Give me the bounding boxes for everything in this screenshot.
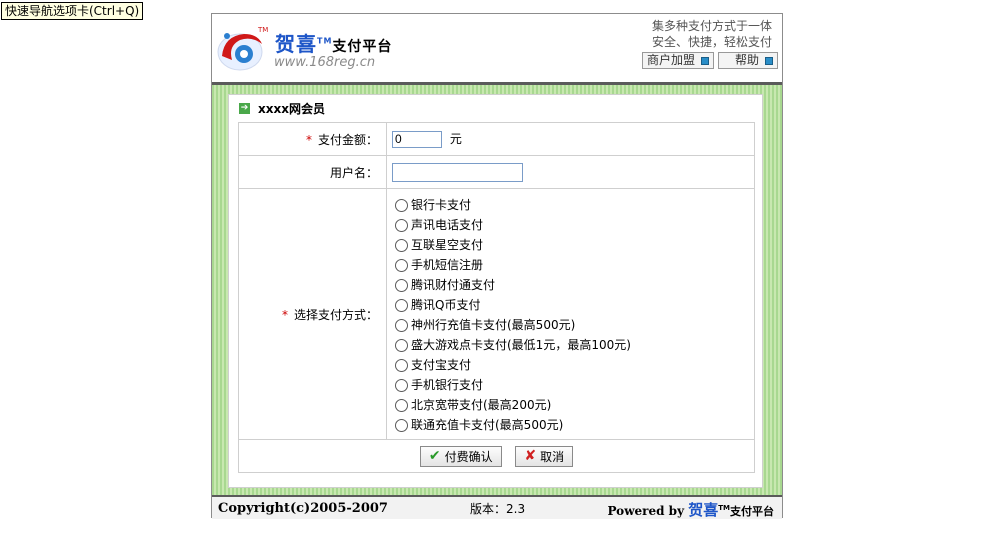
powered-brand: 贺喜 [688,501,719,519]
radio-icon[interactable] [395,378,408,392]
brand-tm: TM [317,36,333,46]
svg-text:TM: TM [257,26,268,34]
radio-icon[interactable] [395,358,408,372]
brand-sub: 支付平台 [332,39,393,55]
payment-method-option[interactable]: 互联星空支付 [395,235,754,255]
actions-cell: ✔ 付费确认 ✘ 取消 [238,439,755,473]
amount-row: * 支付金额： 元 [238,122,755,156]
payment-method-label: 联通充值卡支付(最高500元) [411,418,564,432]
payment-method-label: 神州行充值卡支付(最高500元) [411,318,576,332]
brand-logo-icon: TM [217,26,268,71]
help-label: 帮助 [734,53,759,67]
merchant-join-label: 商户加盟 [646,53,695,67]
amount-label: 支付金额： [317,132,378,147]
amount-unit: 元 [449,132,462,147]
slogan: 集多种支付方式于一体 安全、快捷，轻松支付 [652,18,772,50]
version: 版本：2.3 [470,500,525,517]
payment-method-option[interactable]: 银行卡支付 [395,195,754,215]
payment-method-option[interactable]: 支付宝支付 [395,355,754,375]
payment-method-option[interactable]: 腾讯Q币支付 [395,295,754,315]
powered-rest: 支付平台 [730,505,774,518]
square-icon [765,56,773,65]
version-label: 版本： [470,502,507,516]
confirm-payment-button[interactable]: ✔ 付费确认 [419,445,502,467]
amount-label-cell: * 支付金额： [238,122,387,156]
payment-method-option[interactable]: 手机银行支付 [395,375,754,395]
powered-by-text: Powered by [607,504,685,518]
actions-row: ✔ 付费确认 ✘ 取消 [238,439,755,473]
required-asterisk: * [281,307,288,322]
username-label: 用户名： [329,165,378,180]
payment-form-panel: ➔ xxxx网会员 * 支付金额： 元 用户名： [228,94,763,488]
cancel-label: 取消 [540,449,565,464]
radio-icon[interactable] [395,238,408,252]
payment-method-label: 银行卡支付 [411,198,472,212]
payment-method-label: 北京宽带支付(最高200元) [411,398,552,412]
radio-icon[interactable] [395,338,408,352]
check-icon: ✔ [428,448,441,464]
slogan-line-1: 集多种支付方式于一体 [651,19,772,33]
amount-input[interactable] [392,130,442,148]
merchant-join-button[interactable]: 商户加盟 [641,52,714,69]
payment-form-table: * 支付金额： 元 用户名： [238,122,755,473]
payment-method-label: 互联星空支付 [411,238,484,252]
payment-window: TM 贺喜TM支付平台 www.168reg.cn 集多种支付方式于一体 安全、… [211,13,783,519]
green-background: ➔ xxxx网会员 * 支付金额： 元 用户名： [212,85,782,495]
payment-method-list: 银行卡支付 声讯电话支付 互联星空支付 手机短信注册 腾讯财付通支付 腾讯Q币支… [386,188,755,440]
payment-method-option[interactable]: 手机短信注册 [395,255,754,275]
radio-icon[interactable] [395,398,408,412]
radio-icon[interactable] [395,298,408,312]
payment-method-option[interactable]: 联通充值卡支付(最高500元) [395,415,754,435]
payment-method-label: 支付宝支付 [411,358,472,372]
cross-icon: ✘ [524,448,537,464]
payment-method-option[interactable]: 声讯电话支付 [395,215,754,235]
brand-name: 贺喜TM支付平台 [275,28,392,57]
brand-main: 贺喜 [275,32,317,56]
username-input[interactable] [392,162,523,182]
required-asterisk: * [305,132,312,147]
header: TM 贺喜TM支付平台 www.168reg.cn 集多种支付方式于一体 安全、… [212,14,782,82]
method-label: 选择支付方式： [293,307,378,322]
payment-method-option[interactable]: 北京宽带支付(最高200元) [395,395,754,415]
site-url: www.168reg.cn [274,55,376,70]
copyright: Copyright(c)2005-2007 [218,501,388,516]
radio-icon[interactable] [395,198,408,212]
confirm-label: 付费确认 [444,449,493,464]
payment-method-option[interactable]: 神州行充值卡支付(最高500元) [395,315,754,335]
radio-icon[interactable] [395,258,408,272]
cancel-button[interactable]: ✘ 取消 [515,445,574,467]
payment-method-label: 腾讯Q币支付 [411,298,481,312]
header-buttons: 商户加盟 帮助 [641,52,778,69]
arrow-right-icon: ➔ [239,103,250,114]
payment-method-label: 盛大游戏点卡支付(最低1元，最高100元) [411,338,631,352]
radio-icon[interactable] [395,318,408,332]
radio-icon[interactable] [395,218,408,232]
payment-method-label: 手机短信注册 [411,258,484,272]
amount-input-cell: 元 [386,122,755,156]
square-icon [700,56,709,65]
username-row: 用户名： [238,155,755,189]
panel-title-text: xxxx网会员 [258,102,325,116]
slogan-line-2: 安全、快捷，轻松支付 [651,35,772,49]
username-label-cell: 用户名： [238,155,387,189]
radio-icon[interactable] [395,278,408,292]
quick-nav-tooltip: 快速导航选项卡(Ctrl+Q) [1,2,144,20]
payment-method-option[interactable]: 腾讯财付通支付 [395,275,754,295]
payment-method-label: 手机银行支付 [411,378,484,392]
help-button[interactable]: 帮助 [717,52,778,69]
panel-title: ➔ xxxx网会员 [239,100,325,117]
powered-tm: TM [718,504,730,512]
footer: Copyright(c)2005-2007 版本：2.3 Powered by … [212,495,782,519]
payment-method-label: 腾讯财付通支付 [411,278,496,292]
powered-by: Powered by 贺喜TM支付平台 [607,499,774,520]
payment-method-option[interactable]: 盛大游戏点卡支付(最低1元，最高100元) [395,335,754,355]
version-value: 2.3 [506,502,526,516]
payment-method-row: * 选择支付方式： 银行卡支付 声讯电话支付 互联星空支付 手机短信注册 腾讯财付… [238,188,755,440]
method-label-cell: * 选择支付方式： [238,188,387,440]
username-input-cell [386,155,755,189]
payment-method-label: 声讯电话支付 [411,218,484,232]
radio-icon[interactable] [395,418,408,432]
